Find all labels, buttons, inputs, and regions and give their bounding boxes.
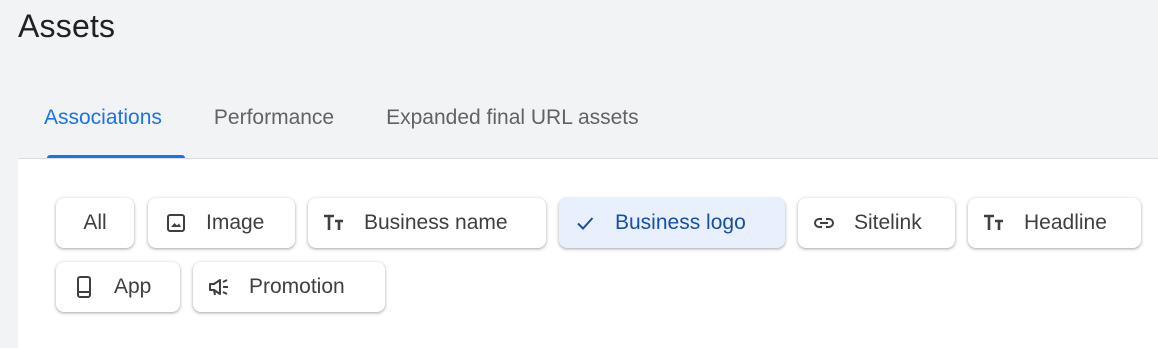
filter-chip-promotion[interactable]: Promotion <box>193 262 385 312</box>
filter-chip-sitelink[interactable]: Sitelink <box>798 198 955 248</box>
chip-label: Business name <box>364 211 508 234</box>
tab-label: Performance <box>213 106 335 129</box>
chip-label: Image <box>206 211 265 234</box>
chip-label: Headline <box>1024 211 1107 234</box>
chip-label: Sitelink <box>854 211 922 234</box>
image-icon <box>164 211 188 235</box>
chip-label: Business logo <box>615 211 746 234</box>
filter-chip-all[interactable]: All <box>56 198 134 248</box>
chip-label: Promotion <box>249 275 345 298</box>
filter-chip-headline[interactable]: Headline <box>968 198 1141 248</box>
chip-label: App <box>114 275 152 298</box>
link-icon <box>812 211 836 235</box>
tab-expanded-final-url-assets[interactable]: Expanded final URL assets <box>360 90 665 158</box>
tab-performance[interactable]: Performance <box>188 90 360 158</box>
chip-label: All <box>83 211 107 234</box>
phone-icon <box>72 275 96 299</box>
text-icon <box>322 211 346 235</box>
tab-bar: Associations Performance Expanded final … <box>18 90 1158 158</box>
tab-associations[interactable]: Associations <box>18 90 188 158</box>
tab-label: Expanded final URL assets <box>386 106 639 129</box>
filter-panel: All Image Business name Business logo Si… <box>18 158 1158 348</box>
megaphone-icon <box>207 275 231 299</box>
filter-chip-image[interactable]: Image <box>148 198 295 248</box>
text-icon <box>982 211 1006 235</box>
tab-label: Associations <box>44 106 162 129</box>
filter-chip-app[interactable]: App <box>56 262 180 312</box>
filter-chip-business-name[interactable]: Business name <box>308 198 546 248</box>
page-title: Assets <box>18 8 116 44</box>
filter-chip-business-logo[interactable]: Business logo <box>559 198 785 248</box>
check-icon <box>573 211 597 235</box>
